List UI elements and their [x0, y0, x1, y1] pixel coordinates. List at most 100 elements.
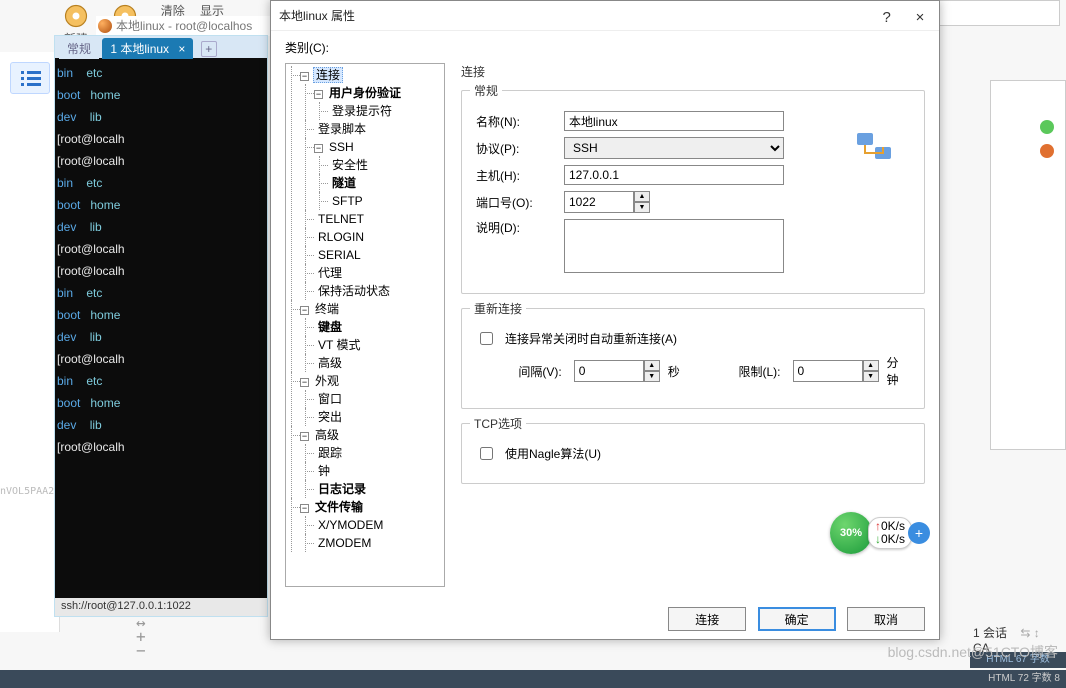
terminal-window: 常规 1 本地linux × + bin etc boot home dev l…	[54, 35, 268, 617]
limit-down-button[interactable]: ▼	[863, 371, 879, 382]
dialog-help-button[interactable]: ?	[872, 6, 902, 30]
terminal-tab-active[interactable]: 1 本地linux ×	[102, 38, 193, 59]
tree-advanced-t[interactable]: 高级	[316, 356, 344, 370]
tree-keepalive[interactable]: 保持活动状态	[316, 284, 392, 298]
vb-new-button[interactable]: 新建	[62, 2, 90, 32]
interval-spinner[interactable]: ▲▼	[574, 360, 660, 382]
name-input[interactable]	[564, 111, 784, 131]
tree-keyboard[interactable]: 键盘	[316, 320, 344, 334]
desc-label: 说明(D):	[476, 219, 556, 236]
interval-label: 间隔(V):	[518, 363, 561, 380]
terminal-title-label: 本地linux - root@localhos	[116, 19, 252, 33]
interval-input[interactable]	[574, 360, 644, 382]
footer-arrows[interactable]: ⇆ ↕	[1020, 626, 1039, 640]
group-reconnect-legend: 重新连接	[470, 300, 526, 317]
tree-zmodem[interactable]: ZMODEM	[316, 536, 373, 550]
name-label: 名称(N):	[476, 113, 556, 130]
dialog-titlebar[interactable]: 本地linux 属性 ? ×	[271, 1, 939, 31]
tree-advanced[interactable]: 高级	[313, 428, 341, 442]
tree-login-prompt[interactable]: 登录提示符	[330, 104, 394, 118]
sessions-label: 1 会话	[973, 626, 1007, 640]
protocol-label: 协议(P):	[476, 140, 556, 157]
group-tcp: TCP选项 使用Nagle算法(U)	[461, 423, 925, 484]
panel-heading: 连接	[461, 63, 925, 80]
tree-trace[interactable]: 跟踪	[316, 446, 344, 460]
group-tcp-legend: TCP选项	[470, 415, 526, 432]
tray-balls	[1040, 120, 1054, 158]
vb-list-toggle[interactable]	[10, 62, 50, 94]
ok-button[interactable]: 确定	[758, 607, 836, 631]
auto-reconnect-label: 连接异常关闭时自动重新连接(A)	[505, 330, 677, 347]
auto-reconnect-checkbox[interactable]	[480, 332, 493, 345]
group-general: 常规 名称(N): 协议(P): SSH 主机(H): 端口号(O): ▲▼ 说…	[461, 90, 925, 294]
hash-text: nVOL5PAA2I	[0, 486, 60, 497]
tree-window[interactable]: 窗口	[316, 392, 344, 406]
limit-label: 限制(L):	[739, 363, 781, 380]
port-up-button[interactable]: ▲	[634, 191, 650, 202]
tree-sftp[interactable]: SFTP	[330, 194, 365, 208]
interval-up-button[interactable]: ▲	[644, 360, 660, 371]
tree-logging[interactable]: 日志记录	[316, 482, 368, 496]
terminal-scroll-controls[interactable]: ↔+−	[136, 616, 146, 658]
tree-xymodem[interactable]: X/YMODEM	[316, 518, 385, 532]
cancel-button[interactable]: 取消	[847, 607, 925, 631]
tree-security[interactable]: 安全性	[330, 158, 370, 172]
seconds-label: 秒	[668, 363, 691, 380]
tree-terminal[interactable]: 终端	[313, 302, 341, 316]
dialog-close-button[interactable]: ×	[905, 6, 935, 30]
tree-highlight[interactable]: 突出	[316, 410, 344, 424]
dialog-footer: 连接 确定 取消	[271, 599, 939, 639]
speed-rates: 0K/s 0K/s	[868, 517, 912, 549]
watermark: blog.csdn.net@51CTO博客	[888, 642, 1058, 662]
tree-auth[interactable]: 用户身份验证	[327, 86, 403, 100]
speed-widget[interactable]: 30% 0K/s 0K/s +	[830, 510, 960, 556]
speed-down-label: 0K/s	[875, 533, 905, 546]
limit-spinner[interactable]: ▲▼	[793, 360, 879, 382]
connect-button[interactable]: 连接	[668, 607, 746, 631]
bg-statusbar: HTML 72 字数 8	[0, 670, 1066, 688]
connection-panel: 连接 常规 名称(N): 协议(P): SSH 主机(H): 端口号(O): ▲…	[461, 59, 925, 587]
tree-vtmode[interactable]: VT 模式	[316, 338, 362, 352]
terminal-body[interactable]: bin etc boot home dev lib [root@localh […	[55, 58, 267, 462]
gear-icon	[62, 2, 90, 30]
green-ball-icon	[1040, 120, 1054, 134]
speed-percent[interactable]: 30%	[830, 512, 872, 554]
vb-sidebar	[0, 52, 60, 632]
host-label: 主机(H):	[476, 167, 556, 184]
protocol-select[interactable]: SSH	[564, 137, 784, 159]
tree-appearance[interactable]: 外观	[313, 374, 341, 388]
orange-ball-icon	[1040, 144, 1054, 158]
tree-login-script[interactable]: 登录脚本	[316, 122, 368, 136]
nagle-label: 使用Nagle算法(U)	[505, 445, 601, 462]
tree-telnet[interactable]: TELNET	[316, 212, 366, 226]
terminal-tab-general[interactable]: 常规	[59, 38, 99, 59]
tree-proxy[interactable]: 代理	[316, 266, 344, 280]
limit-up-button[interactable]: ▲	[863, 360, 879, 371]
minutes-label: 分钟	[887, 354, 910, 388]
bg-window-right	[990, 80, 1066, 450]
port-spinner[interactable]: ▲▼	[564, 191, 650, 213]
port-input[interactable]	[564, 191, 634, 213]
speed-plus-button[interactable]: +	[908, 522, 930, 544]
tree-connection[interactable]: 连接	[313, 67, 343, 83]
tree-tunnel[interactable]: 隧道	[330, 176, 358, 190]
port-label: 端口号(O):	[476, 194, 556, 211]
tree-bell[interactable]: 钟	[316, 464, 332, 478]
nagle-checkbox[interactable]	[480, 447, 493, 460]
category-tree[interactable]: −连接 −用户身份验证 登录提示符 登录脚本 −SSH 安全性 隧道 SFTP	[285, 63, 445, 587]
tree-rlogin[interactable]: RLOGIN	[316, 230, 366, 244]
tree-serial[interactable]: SERIAL	[316, 248, 363, 262]
group-general-legend: 常规	[470, 82, 502, 99]
desc-textarea[interactable]	[564, 219, 784, 273]
group-reconnect: 重新连接 连接异常关闭时自动重新连接(A) 间隔(V): ▲▼ 秒 限制(L):	[461, 308, 925, 409]
tree-filetransfer[interactable]: 文件传输	[313, 500, 365, 514]
tree-ssh[interactable]: SSH	[327, 140, 356, 154]
interval-down-button[interactable]: ▼	[644, 371, 660, 382]
terminal-add-tab-button[interactable]: +	[201, 41, 217, 57]
port-down-button[interactable]: ▼	[634, 202, 650, 213]
host-input[interactable]	[564, 165, 784, 185]
limit-input[interactable]	[793, 360, 863, 382]
terminal-titlebar[interactable]: 本地linux - root@localhos	[96, 16, 271, 36]
dialog-title-label: 本地linux 属性	[279, 9, 355, 23]
terminal-statusbar: ssh://root@127.0.0.1:1022	[55, 598, 267, 616]
